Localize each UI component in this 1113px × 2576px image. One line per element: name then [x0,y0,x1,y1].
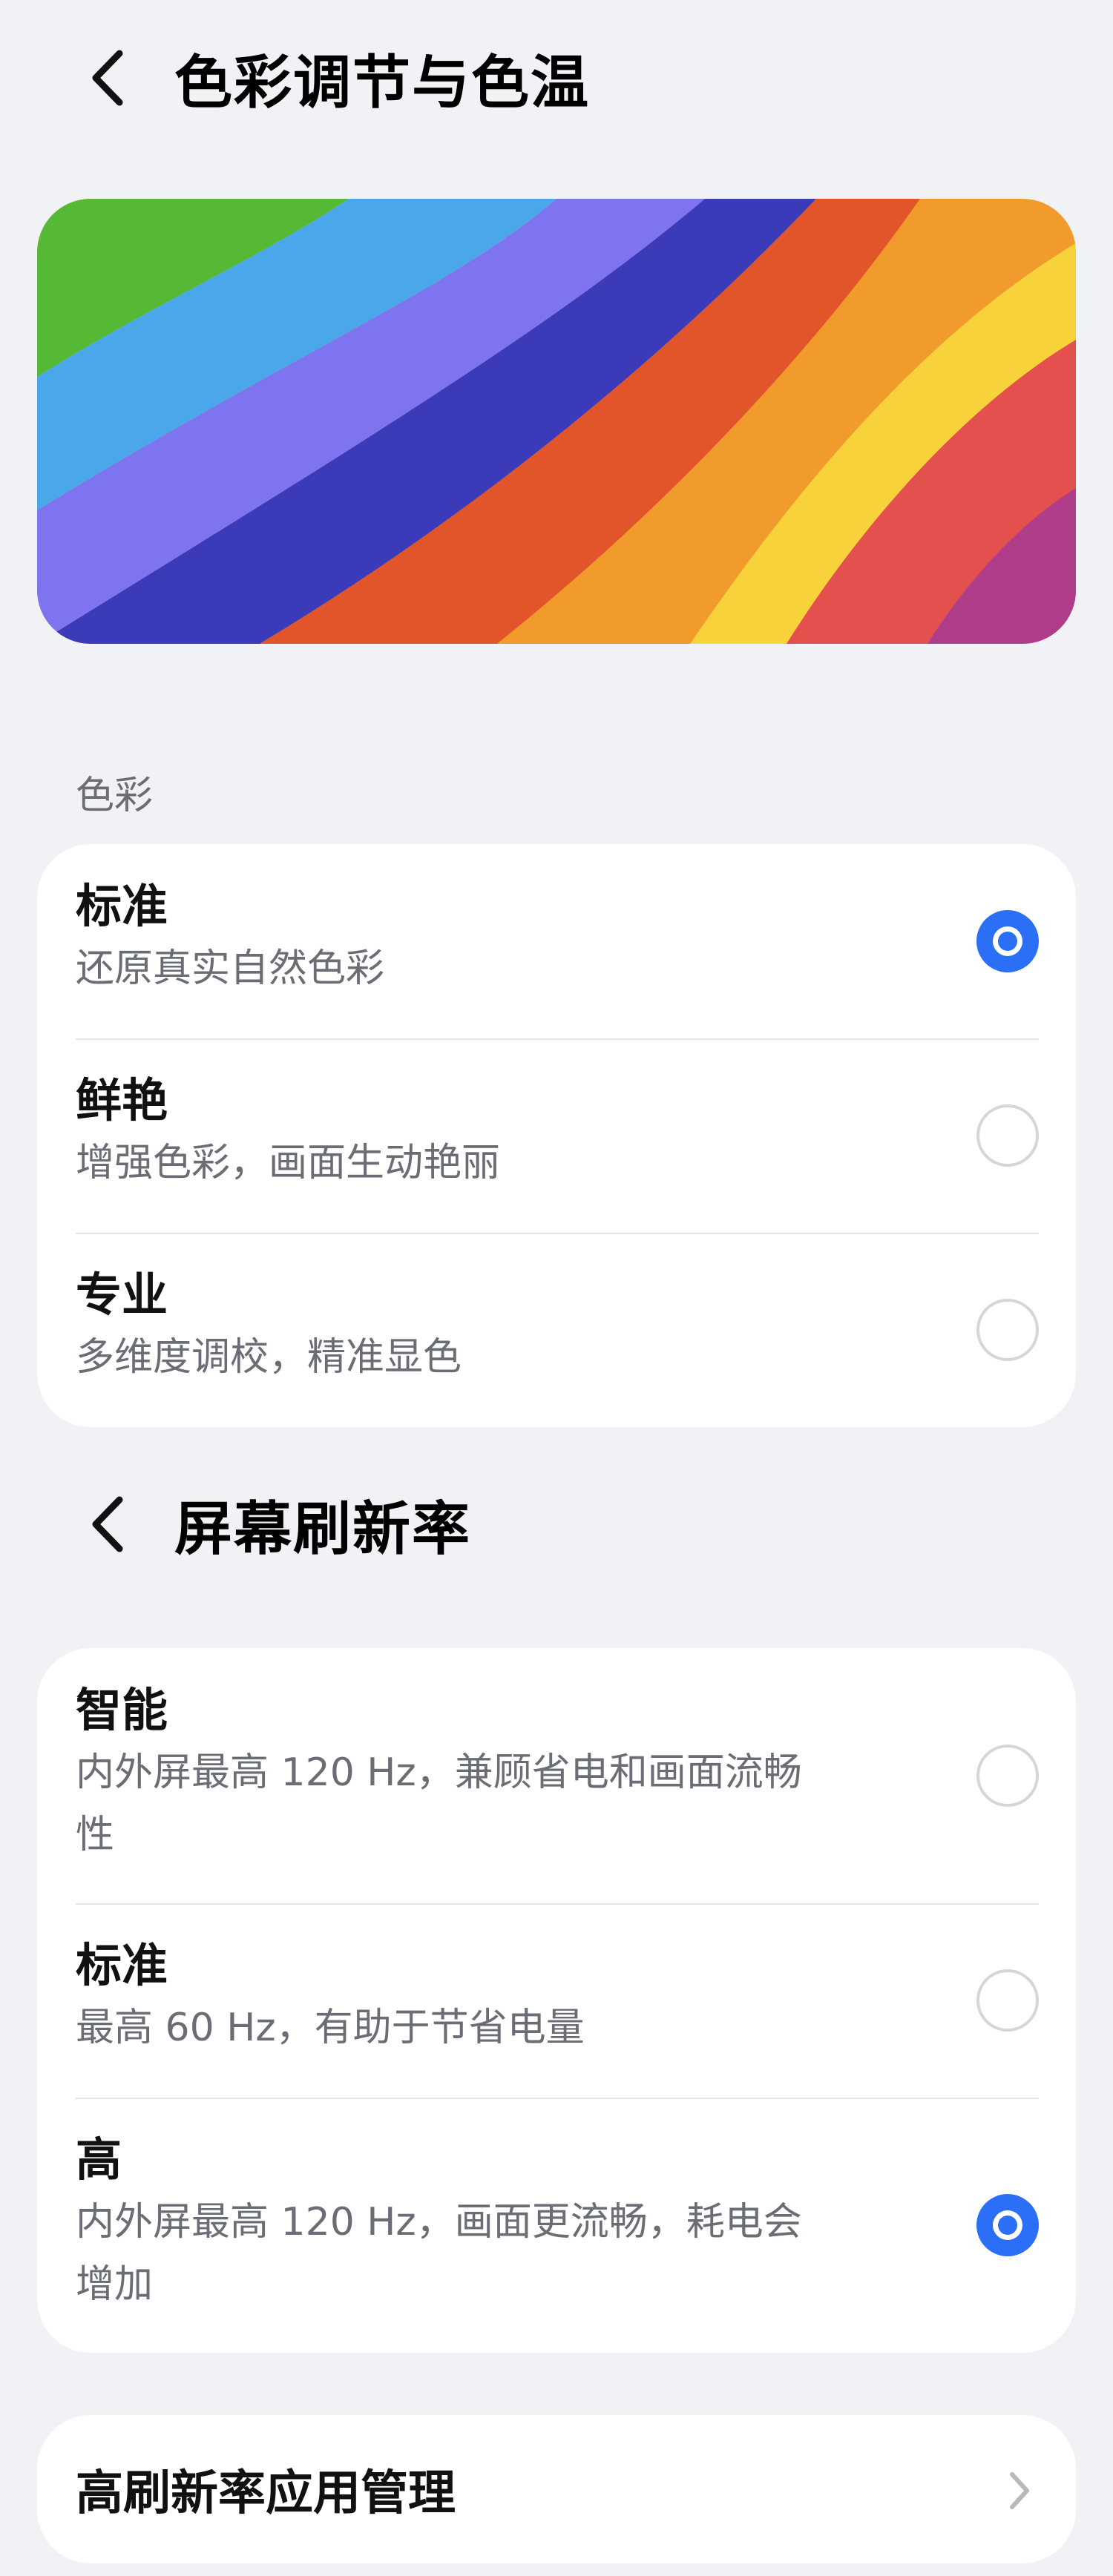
option-description-cont: 增加 [76,2262,154,2307]
page-title: 色彩调节与色温 [174,50,591,116]
color-preview-banner [37,199,1076,644]
option-title: 专业 [76,1268,168,1322]
radio-unselected[interactable] [976,1745,1039,1807]
radio-unselected[interactable] [976,1104,1039,1167]
color-section-label: 色彩 [76,774,154,818]
option-title: 高 [76,2132,122,2187]
back-button[interactable] [74,37,141,119]
refresh-option-standard[interactable]: 标准 最高 60 Hz，有助于节省电量 [37,1903,1076,2098]
radio-unselected[interactable] [976,1299,1039,1361]
option-description: 增强色彩，画面生动艳丽 [76,1141,501,1185]
color-option-standard[interactable]: 标准 还原真实自然色彩 [37,844,1076,1038]
chevron-right-icon [1010,2472,1029,2509]
option-title: 标准 [76,879,168,933]
option-description: 还原真实自然色彩 [76,946,385,991]
radio-unselected[interactable] [976,1969,1039,2032]
refresh-option-smart[interactable]: 智能 内外屏最高 120 Hz，兼顾省电和画面流畅 性 [37,1648,1076,1903]
option-description: 内外屏最高 120 Hz，兼顾省电和画面流畅 [76,1750,802,1795]
section-title: 屏幕刷新率 [174,1496,472,1563]
option-description: 最高 60 Hz，有助于节省电量 [76,2006,585,2050]
option-title: 标准 [76,1938,168,1992]
color-mode-list: 标准 还原真实自然色彩 鲜艳 增强色彩，画面生动艳丽 专业 多维度调校，精准显色 [37,844,1076,1427]
radio-selected[interactable] [976,2194,1039,2256]
high-refresh-app-management[interactable]: 高刷新率应用管理 [37,2415,1076,2563]
color-option-vivid[interactable]: 鲜艳 增强色彩，画面生动艳丽 [37,1038,1076,1233]
refresh-rate-list: 智能 内外屏最高 120 Hz，兼顾省电和画面流畅 性 标准 最高 60 Hz，… [37,1648,1076,2353]
chevron-left-icon [92,1496,123,1552]
option-description: 内外屏最高 120 Hz，画面更流畅，耗电会 [76,2200,802,2244]
refresh-option-high[interactable]: 高 内外屏最高 120 Hz，画面更流畅，耗电会 增加 [37,2098,1076,2353]
back-button[interactable] [74,1483,141,1565]
nav-label: 高刷新率应用管理 [76,2466,456,2521]
option-description: 多维度调校，精准显色 [76,1335,462,1380]
option-title: 智能 [76,1683,168,1737]
option-description-cont: 性 [76,1813,115,1857]
option-title: 鲜艳 [76,1073,168,1127]
chevron-left-icon [92,50,123,106]
refresh-header: 屏幕刷新率 [0,1469,1113,1580]
display-settings-page: 色彩调节与色温 色彩 标准 还原真实自然色彩 鲜艳 增强色彩，画面生动艳丽 专业… [0,0,1113,2576]
color-option-professional[interactable]: 专业 多维度调校，精准显色 [37,1233,1076,1427]
color-header: 色彩调节与色温 [0,22,1113,134]
radio-selected[interactable] [976,910,1039,972]
